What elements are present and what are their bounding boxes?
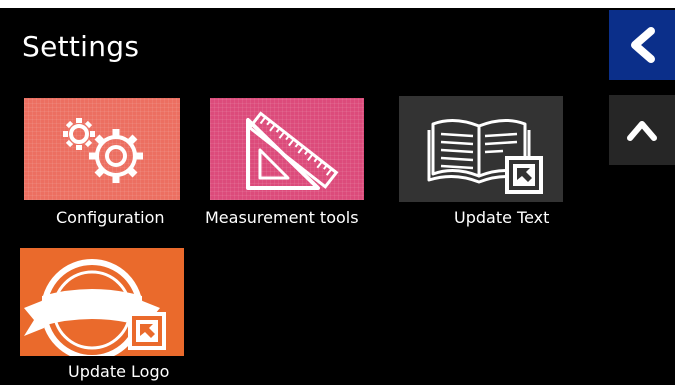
tile-label-update-logo: Update Logo <box>68 362 170 381</box>
tile-label-update-text: Update Text <box>454 208 550 227</box>
top-status-strip <box>0 0 675 8</box>
tile-measurement-tools[interactable]: Measurement tools <box>205 96 375 236</box>
chevron-left-icon <box>631 27 655 63</box>
tile-label-configuration: Configuration <box>56 208 165 227</box>
badge-ribbon-shortcut-icon <box>24 259 166 356</box>
scroll-up-button[interactable] <box>609 95 675 165</box>
tile-update-logo[interactable]: Update Logo <box>20 248 186 385</box>
page-title: Settings <box>22 30 140 63</box>
back-button[interactable] <box>609 10 675 80</box>
chevron-up-icon <box>627 121 657 141</box>
tile-label-measurement-tools: Measurement tools <box>205 208 359 227</box>
tile-configuration[interactable]: Configuration <box>22 96 182 236</box>
gears-icon <box>63 118 143 183</box>
measurement-tile-image <box>210 98 364 200</box>
update-text-tile-image <box>399 96 563 202</box>
tile-update-text[interactable]: Update Text <box>399 96 563 236</box>
ruler-triangle-icon <box>246 111 339 190</box>
open-book-shortcut-icon <box>427 119 543 194</box>
update-logo-tile-image <box>20 248 184 356</box>
configuration-tile-image <box>24 98 180 200</box>
